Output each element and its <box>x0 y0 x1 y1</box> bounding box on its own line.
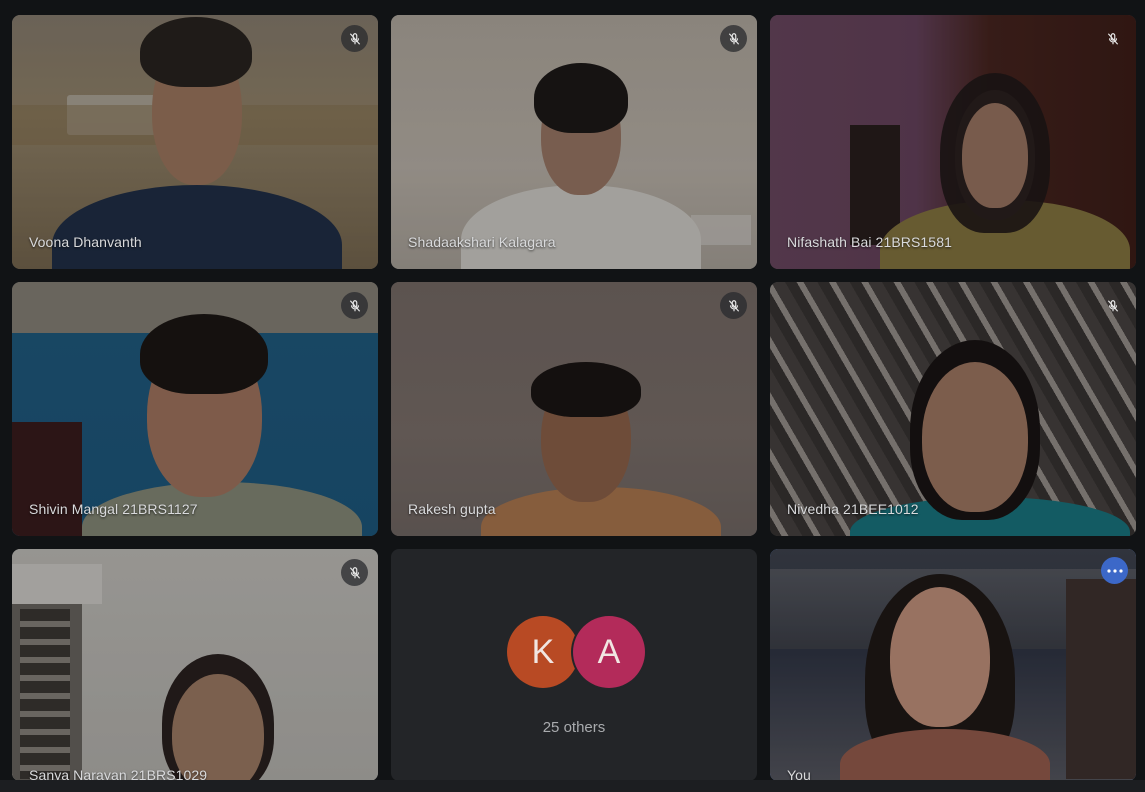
participant-name: Shivin Mangal 21BRS1127 <box>29 501 198 517</box>
participant-tile[interactable]: Voona Dhanvanth <box>12 15 378 269</box>
participant-name: Rakesh gupta <box>408 501 496 517</box>
participant-tile[interactable]: Rakesh gupta <box>391 282 757 536</box>
self-name: You <box>787 767 811 781</box>
participant-tile[interactable]: Sanya Narayan 21BRS1029 <box>12 549 378 781</box>
mic-off-icon <box>1099 292 1126 319</box>
mic-off-icon <box>720 25 747 52</box>
participant-tile[interactable]: Nivedha 21BEE1012 <box>770 282 1136 536</box>
participant-name: Nifashath Bai 21BRS1581 <box>787 234 952 250</box>
others-avatars: K A <box>391 616 757 688</box>
mic-off-icon <box>720 292 747 319</box>
participant-tile[interactable]: Shadaakshari Kalagara <box>391 15 757 269</box>
mic-off-icon <box>341 292 368 319</box>
participant-tile[interactable]: Nifashath Bai 21BRS1581 <box>770 15 1136 269</box>
mic-off-icon <box>341 559 368 586</box>
avatar: A <box>573 616 645 688</box>
bottom-bar <box>0 780 1145 792</box>
mic-off-icon <box>1099 25 1126 52</box>
participant-tile[interactable]: Shivin Mangal 21BRS1127 <box>12 282 378 536</box>
participant-name: Sanya Narayan 21BRS1029 <box>29 767 208 781</box>
video-grid: Voona Dhanvanth Shadaakshari Kalagara Ni… <box>0 0 1145 792</box>
participant-name: Nivedha 21BEE1012 <box>787 501 919 517</box>
participant-name: Voona Dhanvanth <box>29 234 142 250</box>
more-options-icon[interactable] <box>1101 557 1128 584</box>
others-tile[interactable]: K A 25 others <box>391 549 757 781</box>
participant-name: Shadaakshari Kalagara <box>408 234 556 250</box>
self-tile[interactable]: You <box>770 549 1136 781</box>
avatar: K <box>507 616 579 688</box>
others-count-label: 25 others <box>542 719 606 736</box>
mic-off-icon <box>341 25 368 52</box>
